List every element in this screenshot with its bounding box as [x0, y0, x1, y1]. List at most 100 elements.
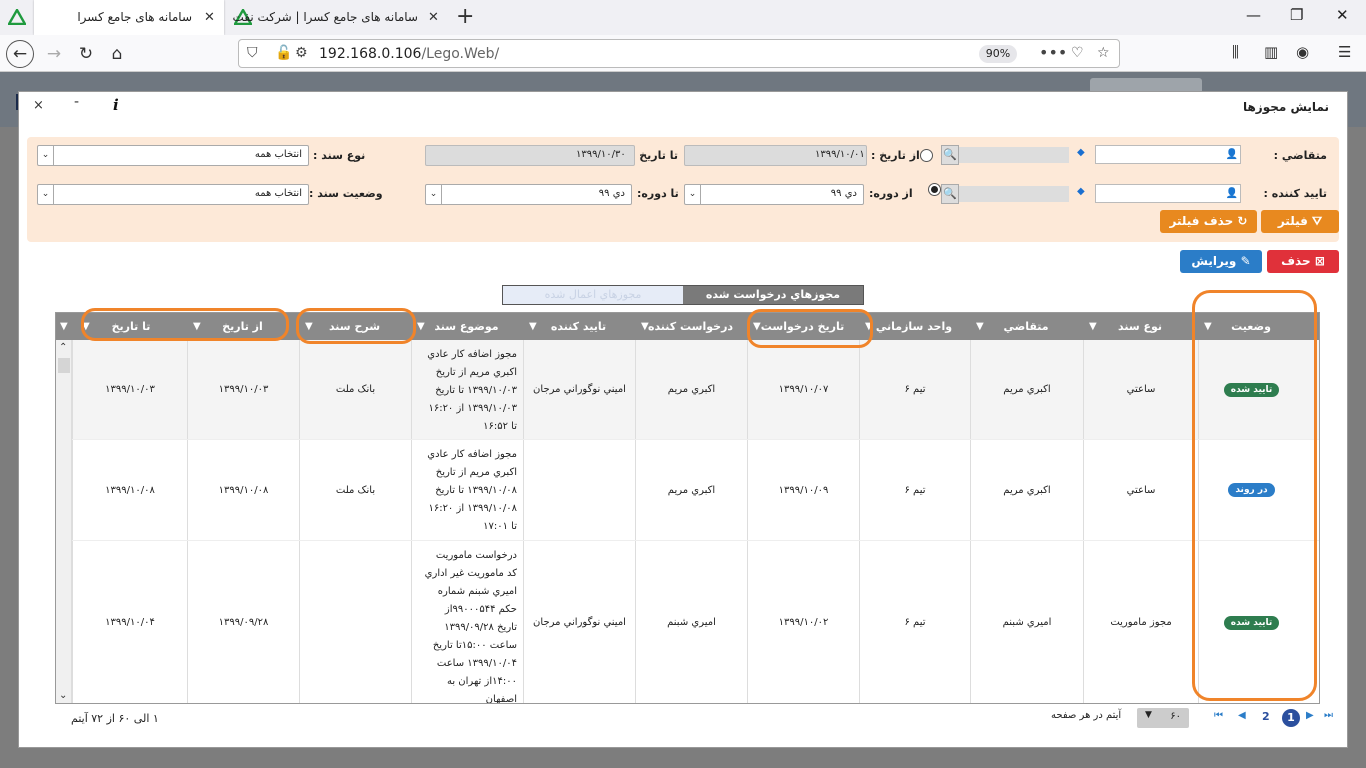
- description-cell: بانک ملت: [299, 340, 411, 439]
- kasra-logo-icon[interactable]: [8, 9, 26, 25]
- status-badge: در روند: [1228, 483, 1275, 497]
- menu-icon[interactable]: ☰: [1338, 43, 1351, 61]
- pocket-icon[interactable]: ♡: [1071, 45, 1084, 61]
- tab-requested-permits[interactable]: مجوزهاي درخواست شده: [683, 286, 863, 304]
- requester-cell: اکبري مريم: [970, 340, 1083, 439]
- approver-lookup[interactable]: 🔍 ◆ 👤: [941, 184, 1241, 205]
- chevron-down-icon[interactable]: ⌄: [38, 185, 54, 204]
- new-tab-button[interactable]: +: [456, 4, 474, 29]
- filter-icon[interactable]: ▼: [60, 313, 68, 340]
- tab-close-icon[interactable]: ✕: [428, 0, 439, 35]
- col-unit[interactable]: ▼ واحد سازماني: [859, 313, 969, 340]
- last-page-icon[interactable]: ⏭: [1324, 710, 1333, 721]
- edit-button[interactable]: ✎ ويرايش: [1180, 250, 1262, 273]
- scroll-thumb[interactable]: [58, 358, 70, 373]
- zoom-level-badge[interactable]: 90%: [979, 45, 1017, 63]
- approver-code-field: [959, 186, 1069, 202]
- tab-close-icon[interactable]: ✕: [204, 0, 215, 35]
- maximize-window-button[interactable]: ❐: [1290, 6, 1303, 24]
- to-date-label: تا تاريخ :: [631, 149, 678, 162]
- chevron-down-icon[interactable]: ▼: [1145, 710, 1152, 720]
- library-icon[interactable]: ⫼: [1232, 43, 1239, 61]
- to-date-field[interactable]: ۱۳۹۹/۱۰/۳۰: [425, 145, 635, 166]
- period-range-radio[interactable]: [928, 183, 941, 196]
- url-text[interactable]: 192.168.0.106/Lego.Web/: [319, 46, 499, 62]
- date-range-radio[interactable]: [920, 149, 933, 162]
- col-approver-label: تاييد کننده: [550, 320, 607, 333]
- dialog-title: نمایش مجوزها: [1242, 100, 1329, 114]
- chevron-down-icon[interactable]: ⌄: [685, 185, 701, 204]
- col-requester[interactable]: ▼ متقاضي: [970, 313, 1082, 340]
- reload-icon[interactable]: ↻: [72, 40, 100, 68]
- col-approver[interactable]: ▼ تاييد کننده: [523, 313, 634, 340]
- tab-kasra-oil[interactable]: ✕ سامانه های جامع کسرا | شرکت نفت: [228, 0, 446, 35]
- dialog-minimize-button[interactable]: -: [74, 94, 79, 110]
- permissions-icon[interactable]: ⚙: [295, 45, 308, 61]
- minimize-window-button[interactable]: —: [1246, 6, 1261, 24]
- scroll-down-icon[interactable]: ⌄: [59, 690, 67, 701]
- doc-type-select[interactable]: ⌄ انتخاب همه: [37, 145, 309, 166]
- shield-icon[interactable]: ⛉: [247, 45, 258, 61]
- table-row[interactable]: در روند ساعتي اکبري مريم تيم ۶ ۱۳۹۹/۱۰/۰…: [56, 440, 1319, 541]
- per-page-select[interactable]: ▼ ۶۰: [1137, 708, 1189, 728]
- col-subject[interactable]: ▼ موضوع سند: [411, 313, 522, 340]
- bookmark-star-icon[interactable]: ☆: [1097, 45, 1110, 61]
- from-date-field[interactable]: ۱۳۹۹/۱۰/۰۱: [684, 145, 867, 166]
- approver-input[interactable]: 👤: [1095, 184, 1241, 203]
- doc-status-select[interactable]: ⌄ انتخاب همه: [37, 184, 309, 205]
- from-date-cell: ۱۳۹۹/۰۹/۲۸: [187, 541, 299, 703]
- permits-table: ▼ وضعيت ▼ نوع سند ▼ متقاضي ▼ واحد سازماني ▼ ت…: [55, 312, 1320, 704]
- status-cell: تاييد شده: [1198, 340, 1304, 439]
- search-icon[interactable]: 🔍: [941, 184, 959, 204]
- view-tabs: مجوزهاي درخواست شده مجوزهاي اعمال شده: [502, 285, 864, 305]
- chevron-down-icon[interactable]: ⌄: [38, 146, 54, 165]
- table-row[interactable]: تاييد شده مجوز ماموريت اميري شبنم تيم ۶ …: [56, 541, 1319, 703]
- funnel-icon: ⛛: [1307, 214, 1323, 228]
- col-status[interactable]: ▼ وضعيت: [1198, 313, 1304, 340]
- close-window-button[interactable]: ✕: [1336, 6, 1349, 24]
- col-doc-type[interactable]: ▼ نوع سند: [1083, 313, 1197, 340]
- dialog-close-button[interactable]: ×: [33, 98, 44, 113]
- current-page[interactable]: 1: [1282, 709, 1300, 727]
- requester-code-field: [959, 147, 1069, 163]
- sidebar-icon[interactable]: ▥: [1264, 43, 1278, 61]
- col-to-date[interactable]: ▼ تا تاريخ: [76, 313, 186, 340]
- tab-kasra[interactable]: ✕ سامانه های جامع کسرا: [34, 0, 224, 35]
- forward-arrow-icon[interactable]: →: [40, 40, 68, 68]
- page-2-link[interactable]: 2: [1262, 710, 1270, 723]
- first-page-icon[interactable]: ⏮: [1214, 710, 1223, 721]
- col-from-date[interactable]: ▼ از تاريخ: [187, 313, 298, 340]
- filter-panel: متقاضي : 🔍 ◆ 👤 از تاريخ : ۱۳۹۹/۱۰/۰۱ تا …: [27, 137, 1339, 242]
- remove-filter-button[interactable]: ↻ حذف فيلتر: [1160, 210, 1257, 233]
- chevron-down-icon[interactable]: ⌄: [426, 185, 442, 204]
- requester-input[interactable]: 👤: [1095, 145, 1241, 164]
- requester-lookup[interactable]: 🔍 ◆ 👤: [941, 145, 1241, 166]
- to-period-select[interactable]: ⌄ دي ۹۹: [425, 184, 632, 205]
- request-date-cell: ۱۳۹۹/۱۰/۰۹: [747, 440, 859, 540]
- col-request-date[interactable]: ▼ تاريخ درخواست: [747, 313, 858, 340]
- prev-page-icon[interactable]: ◀: [1238, 710, 1246, 721]
- submitter-cell: اميري شبنم: [635, 541, 747, 703]
- scroll-up-icon[interactable]: ⌃: [59, 342, 67, 353]
- table-scrollbar[interactable]: ⌃ ⌄: [56, 340, 72, 703]
- col-submitter[interactable]: ▼ درخواست کننده: [635, 313, 746, 340]
- tab-applied-permits[interactable]: مجوزهاي اعمال شده: [503, 286, 683, 304]
- insecure-lock-icon[interactable]: 🔓: [275, 45, 292, 61]
- address-bar[interactable]: ⛉ 🔓 ⚙ 192.168.0.106/Lego.Web/ 90% ••• ♡ …: [238, 39, 1120, 68]
- table-row[interactable]: تاييد شده ساعتي اکبري مريم تيم ۶ ۱۳۹۹/۱۰…: [56, 340, 1319, 440]
- diamond-icon: ◆: [1077, 186, 1085, 197]
- home-icon[interactable]: ⌂: [103, 40, 131, 68]
- col-description[interactable]: ▼ شرح سند: [299, 313, 410, 340]
- next-page-icon[interactable]: ▶: [1306, 710, 1314, 721]
- account-icon[interactable]: ◉: [1296, 43, 1309, 61]
- page-actions-icon[interactable]: •••: [1039, 43, 1067, 62]
- search-icon[interactable]: 🔍: [941, 145, 959, 165]
- delete-button[interactable]: ⊠ حذف: [1267, 250, 1339, 273]
- filter-button[interactable]: ⛛ فيلتر: [1261, 210, 1339, 233]
- from-date-cell: ۱۳۹۹/۱۰/۰۸: [187, 440, 299, 540]
- back-arrow-icon[interactable]: ←: [6, 40, 34, 68]
- info-icon[interactable]: i: [113, 96, 119, 114]
- col-extra[interactable]: ▼: [56, 313, 75, 340]
- from-period-select[interactable]: ⌄ دي ۹۹: [684, 184, 864, 205]
- col-to-date-label: تا تاريخ: [111, 320, 151, 333]
